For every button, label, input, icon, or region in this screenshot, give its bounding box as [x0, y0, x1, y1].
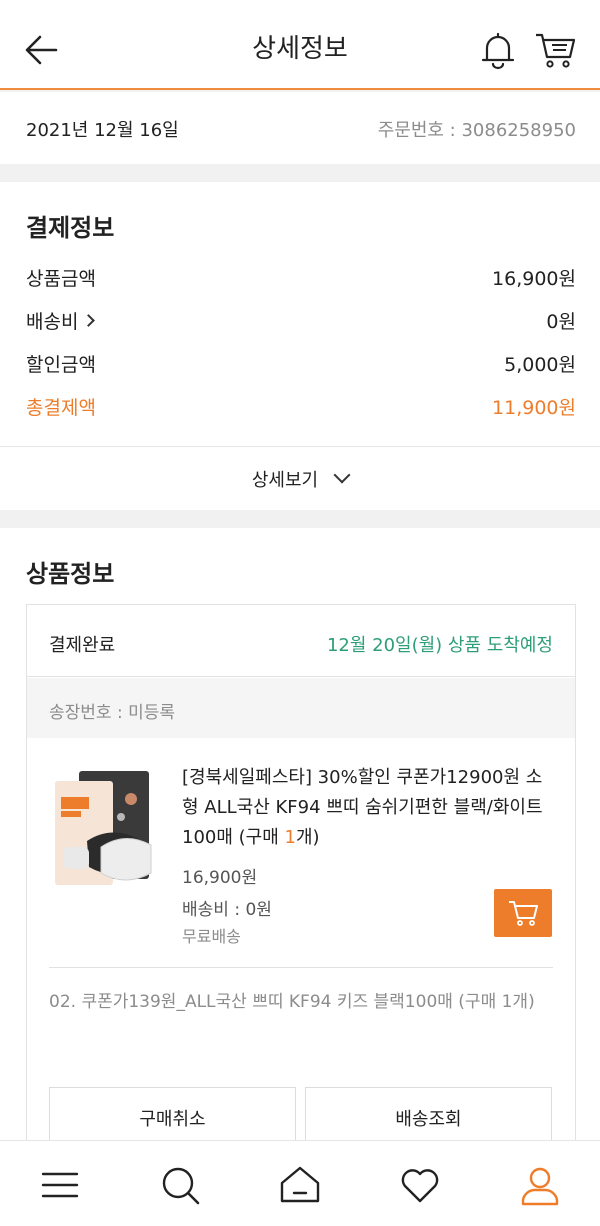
view-details-button[interactable]: 상세보기 — [0, 466, 600, 492]
payment-section: 결제정보 상품금액 16,900원 배송비 0원 할인금액 5,000원 총결제… — [0, 182, 600, 510]
pay-row-product-amount: 상품금액 16,900원 — [26, 264, 576, 294]
pay-label: 상품금액 — [26, 268, 96, 290]
order-status: 결제완료 — [49, 635, 116, 656]
order-card: 결제완료 12월 20일(월) 상품 도착예정 송장번호 : 미등록 [경북세일… — [26, 604, 576, 1164]
product-name-suffix: 개) — [295, 827, 320, 848]
product-quantity: 1 — [284, 827, 296, 848]
product-option: 02. 쿠폰가139원_ALL국산 쁘띠 KF94 키즈 블랙100매 (구매 … — [49, 992, 535, 1012]
pay-value: 11,900원 — [492, 397, 576, 419]
bell-icon[interactable] — [478, 30, 518, 70]
pay-row-discount: 할인금액 5,000원 — [26, 350, 576, 380]
order-number: 주문번호 : 3086258950 — [377, 120, 576, 141]
view-details-label: 상세보기 — [251, 470, 319, 491]
product-title: 상품정보 — [26, 560, 115, 588]
chevron-right-icon — [82, 314, 96, 327]
search-icon[interactable] — [158, 1163, 202, 1207]
user-icon[interactable] — [518, 1163, 562, 1207]
pay-value: 16,900원 — [492, 268, 576, 290]
add-to-cart-button[interactable] — [494, 889, 552, 937]
pay-value: 5,000원 — [504, 354, 576, 376]
arrival-estimate: 12월 20일(월) 상품 도착예정 — [326, 635, 553, 656]
order-date: 2021년 12월 16일 — [26, 120, 179, 141]
status-row: 결제완료 12월 20일(월) 상품 도착예정 — [27, 605, 575, 677]
tracking-row: 송장번호 : 미등록 — [27, 678, 575, 738]
product-shipping: 배송비 : 0원 — [182, 900, 272, 920]
pay-label: 총결제액 — [26, 397, 96, 419]
free-shipping-label: 무료배송 — [182, 927, 241, 946]
shipping-label-link[interactable]: 배송비 — [26, 307, 96, 334]
cart-icon[interactable] — [533, 30, 577, 70]
top-header: 상세정보 — [0, 0, 600, 90]
bottom-tab-bar — [0, 1140, 600, 1226]
chevron-down-icon — [333, 466, 351, 484]
pay-row-shipping[interactable]: 배송비 0원 — [26, 307, 576, 337]
product-price: 16,900원 — [182, 868, 258, 888]
divider — [0, 446, 600, 447]
product-name[interactable]: [경북세일페스타] 30%할인 쿠폰가12900원 소형 ALL국산 KF94 … — [182, 763, 554, 853]
tracking-number: 송장번호 : 미등록 — [49, 703, 176, 723]
pay-row-total: 총결제액 11,900원 — [26, 393, 576, 423]
pay-label: 할인금액 — [26, 354, 96, 376]
payment-title: 결제정보 — [26, 214, 115, 242]
menu-icon[interactable] — [38, 1163, 82, 1207]
heart-icon[interactable] — [398, 1163, 442, 1207]
cart-icon — [509, 901, 538, 926]
product-name-text: [경북세일페스타] 30%할인 쿠폰가12900원 소형 ALL국산 KF94 … — [182, 767, 543, 848]
product-section: 상품정보 결제완료 12월 20일(월) 상품 도착예정 송장번호 : 미등록 … — [0, 528, 600, 1164]
home-icon[interactable] — [278, 1163, 322, 1207]
cancel-purchase-button[interactable]: 구매취소 — [49, 1087, 296, 1147]
pay-label: 배송비 — [26, 311, 79, 333]
pay-value: 0원 — [546, 311, 576, 333]
track-delivery-button[interactable]: 배송조회 — [305, 1087, 552, 1147]
order-info-bar: 2021년 12월 16일 주문번호 : 3086258950 — [0, 92, 600, 164]
product-thumbnail[interactable] — [51, 769, 159, 887]
divider — [49, 967, 553, 968]
